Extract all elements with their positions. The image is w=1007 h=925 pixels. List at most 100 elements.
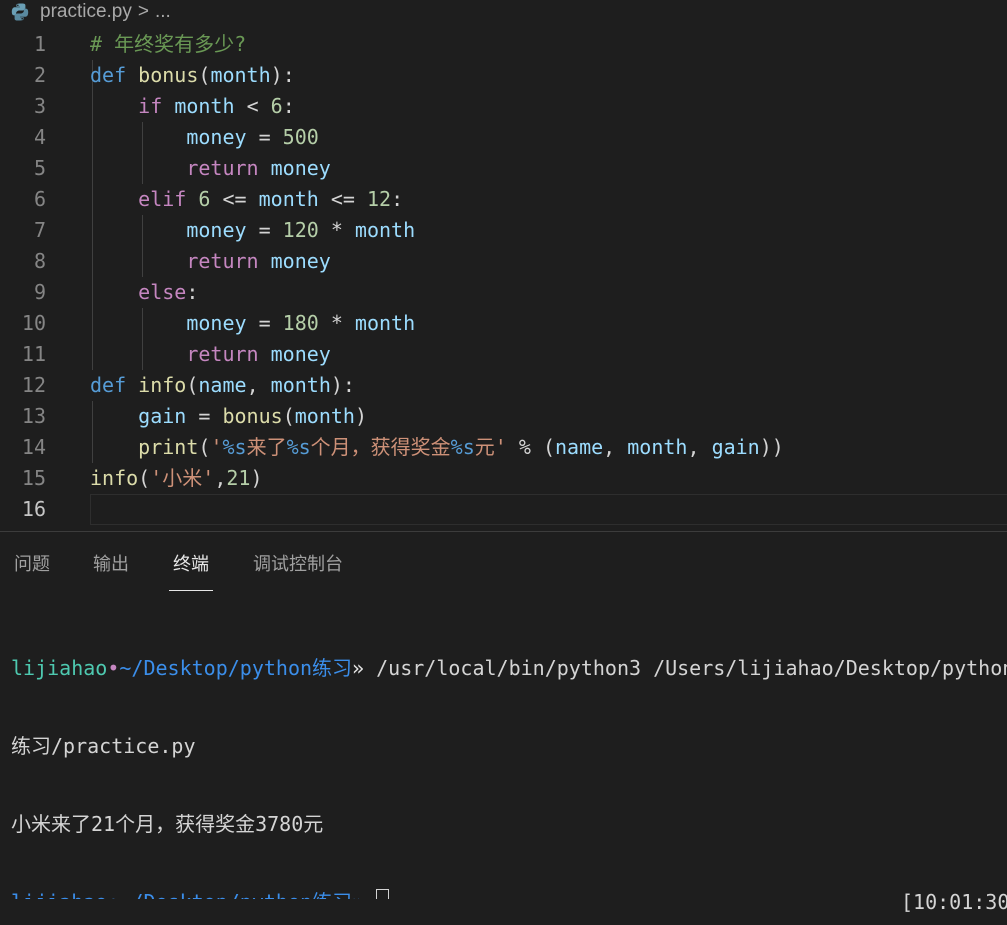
code-token: money [186,311,247,335]
code-token: return [186,156,259,180]
code-line[interactable]: 7 money = 120 * month [0,215,1007,246]
code-token: ( [542,435,555,459]
code-token: %s [286,435,311,459]
code-token: elif [138,187,187,211]
code-token: month [294,404,355,428]
code-line[interactable]: 5 return money [0,153,1007,184]
tab-debug-console[interactable]: 调试控制台 [253,547,343,591]
code-line[interactable]: 13 gain = bonus(month) [0,401,1007,432]
code-token: month [174,94,235,118]
code-token: bonus [222,404,283,428]
code-token: month [354,311,416,335]
terminal-next-prompt: lijiahao•~/Desktop/python练习» [11,890,376,899]
line-number: 8 [33,249,46,273]
code-line[interactable]: 6 elif 6 <= month <= 12: [0,184,1007,215]
line-number: 16 [21,497,46,521]
code-token: 个月，获得奖金 [310,435,451,459]
code-token: 6 [198,187,211,211]
code-token: %s [222,435,247,459]
breadcrumb-more[interactable]: ... [155,1,171,23]
current-line-highlight [90,494,1007,525]
breadcrumb-file[interactable]: practice.py [40,1,132,23]
terminal-line: lijiahao•~/Desktop/python练习» [10:01:30 [11,889,1007,914]
code-token: money [270,156,331,180]
code-token: month [627,435,688,459]
code-line[interactable]: 15 info('小米',21) [0,463,1007,494]
code-token: money [270,342,331,366]
code-token: : [282,94,295,118]
code-editor[interactable]: 1 # 年终奖有多少? 2 def bonus(month): 3 if mon… [0,29,1007,529]
code-token: ( [186,373,199,397]
tab-problems[interactable]: 问题 [14,547,50,591]
code-token: 120 [282,218,319,242]
code-token: info [90,466,139,490]
code-token: : [186,280,199,304]
code-token: '小米' [150,466,215,490]
code-token: <= [210,187,259,211]
line-number: 3 [33,94,46,118]
code-token: bonus [138,63,199,87]
terminal-path: ~/Desktop/python练习 [119,656,353,680]
code-token: 6 [270,94,283,118]
code-token: * [318,311,355,335]
terminal[interactable]: lijiahao•~/Desktop/python练习» /usr/local/… [11,603,1007,925]
code-token: name [198,373,247,397]
line-number: 15 [21,466,46,490]
line-number: 13 [21,404,46,428]
code-token: def [90,63,127,87]
code-token: = [246,311,283,335]
code-token: money [186,125,247,149]
terminal-command: /usr/local/bin/python3 /Users/lijiahao/D… [364,656,1007,680]
line-number: 14 [21,435,46,459]
code-token: month [210,63,271,87]
code-token: print [138,435,199,459]
code-token: < [234,94,271,118]
code-token: %s [450,435,475,459]
terminal-dot: • [107,656,120,680]
code-token: 500 [282,125,319,149]
code-line[interactable]: 11 return money [0,339,1007,370]
tab-output[interactable]: 输出 [93,547,129,591]
code-token: = [246,125,283,149]
code-token: 21 [226,466,251,490]
code-line[interactable]: 4 money = 500 [0,122,1007,153]
code-line[interactable]: 3 if month < 6: [0,91,1007,122]
line-number: 11 [21,342,46,366]
line-number: 4 [33,125,46,149]
code-line-current[interactable]: 16 [0,494,1007,525]
code-token: , [603,435,628,459]
code-token: <= [318,187,367,211]
line-number: 10 [21,311,46,335]
code-token: , [687,435,712,459]
code-line[interactable]: 1 # 年终奖有多少? [0,29,1007,60]
line-number: 6 [33,187,46,211]
code-line[interactable]: 14 print('%s来了%s个月，获得奖金%s元' % (name, mon… [0,432,1007,463]
line-number: 9 [33,280,46,304]
code-token: ) [354,404,367,428]
line-number: 7 [33,218,46,242]
line-number: 2 [33,63,46,87]
code-token: else [138,280,187,304]
panel-divider[interactable] [0,531,1007,532]
code-line[interactable]: 12 def info(name, month): [0,370,1007,401]
code-token: gain [711,435,760,459]
code-token: = [246,218,283,242]
code-token: % [506,435,543,459]
code-token: , [214,466,227,490]
code-token: 12 [367,187,392,211]
code-line[interactable]: 8 return money [0,246,1007,277]
terminal-line: 练习/practice.py [11,734,196,758]
code-token: return [186,342,259,366]
code-token: gain [138,404,187,428]
code-token: , [246,373,271,397]
terminal-cursor [376,889,390,899]
code-token: return [186,249,259,273]
tab-terminal[interactable]: 终端 [169,547,213,591]
code-line[interactable]: 9 else: [0,277,1007,308]
code-token: if [138,94,163,118]
terminal-user: lijiahao [11,656,108,680]
line-number: 12 [21,373,46,397]
code-line[interactable]: 2 def bonus(month): [0,60,1007,91]
code-line[interactable]: 10 money = 180 * month [0,308,1007,339]
code-token: ): [270,63,295,87]
